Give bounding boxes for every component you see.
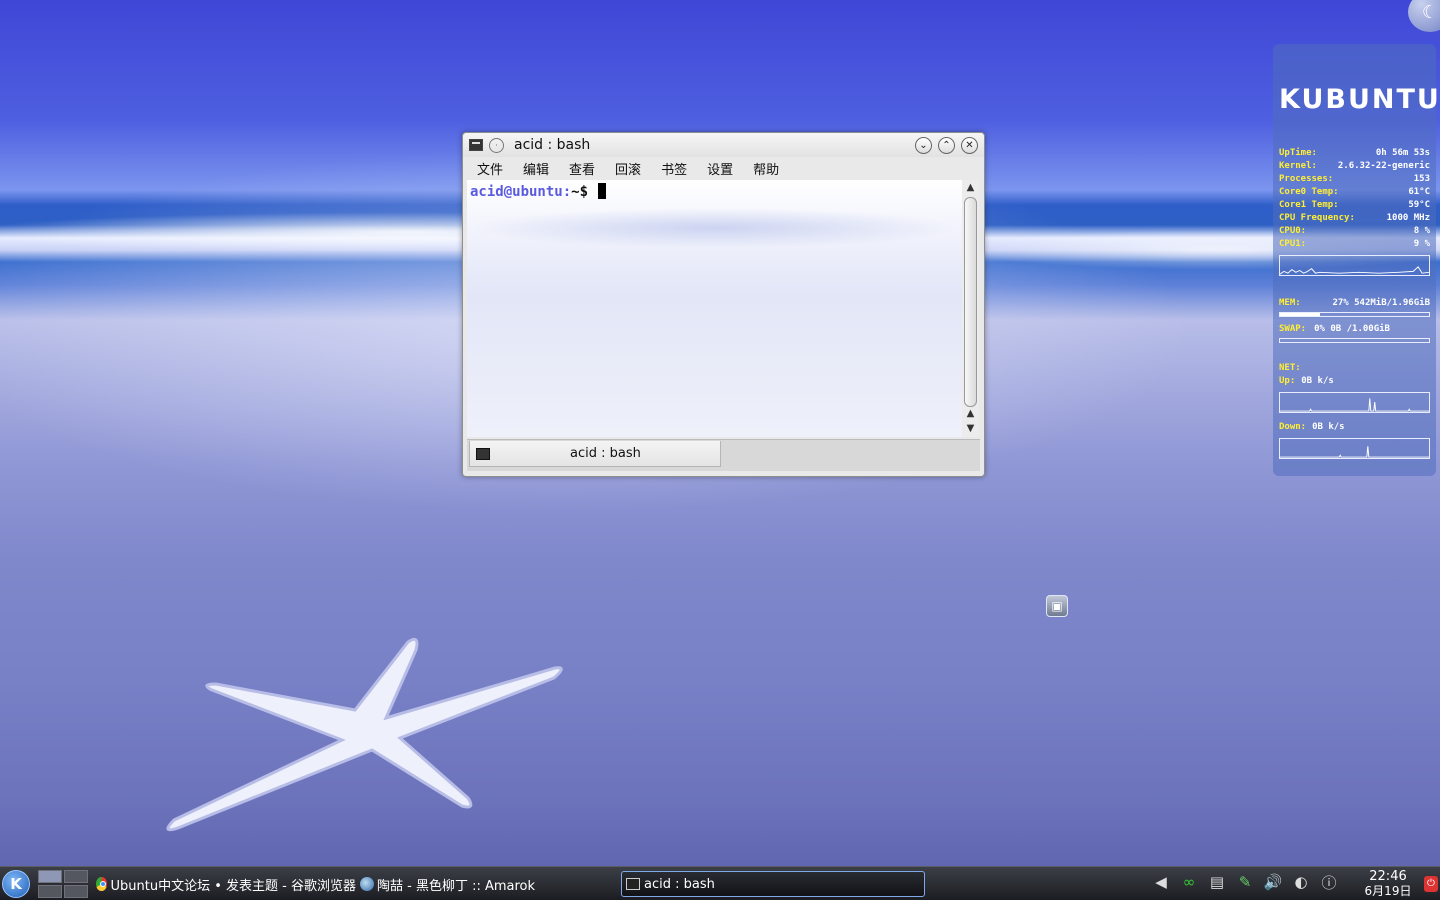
task-chrome[interactable]: Ubuntu中文论坛 • 发表主题 - 谷歌浏览器	[96, 871, 356, 897]
terminal-icon	[476, 447, 490, 460]
scroll-up-arrow-icon[interactable]: ▲	[962, 180, 979, 195]
menu-edit[interactable]: 编辑	[513, 159, 559, 178]
prompt-tail: ~$	[571, 184, 589, 200]
net-up-row: Up: 0B k/s	[1279, 376, 1334, 386]
clock-time: 22:46	[1369, 869, 1407, 884]
terminal-window: · acid : bash ⌄ ⌃ ✕ 文件 编辑 查看 回滚 书签 设置 帮助…	[462, 132, 985, 477]
conky-row: UpTime: 0h 56m 53s	[1279, 148, 1430, 158]
task-terminal[interactable]: acid : bash	[621, 871, 925, 897]
logout-power-icon[interactable]: ⏻	[1424, 876, 1438, 892]
kde-menu-button[interactable]: K	[2, 870, 30, 898]
desktop-widget-icon[interactable]: ▣	[1046, 595, 1068, 617]
prompt-user: acid@ubuntu:	[470, 184, 572, 200]
net-down-row: Down: 0B k/s	[1279, 422, 1345, 432]
amarok-icon	[360, 877, 374, 891]
task-label: 陶喆 - 黑色柳丁 :: Amarok	[377, 878, 536, 894]
mem-usage-fill	[1280, 313, 1321, 316]
window-title: acid : bash	[514, 137, 591, 153]
pager-desktop-2[interactable]	[64, 870, 88, 883]
tray-expand-arrow-icon[interactable]: ◀	[1150, 871, 1172, 893]
klipper-clipboard-icon[interactable]: ✎	[1234, 871, 1256, 893]
digital-clock[interactable]: 22:46 6月19日	[1362, 869, 1414, 899]
conky-row: Processes: 153	[1279, 174, 1430, 184]
conky-system-monitor: KUBUNTU UpTime: 0h 56m 53s Kernel: 2.6.32-…	[1273, 44, 1440, 476]
system-tray: ◀ ∞ ▤ ✎ 🔊 ◐ ⓘ	[1150, 871, 1340, 893]
update-notifier-icon[interactable]: ◐	[1290, 871, 1312, 893]
close-button[interactable]: ✕	[961, 136, 978, 154]
pager-desktop-1[interactable]	[38, 870, 62, 883]
conky-row: CPU1: 9 %	[1279, 239, 1430, 249]
network-manager-icon[interactable]: ∞	[1178, 871, 1200, 893]
mem-row: MEM: 27% 542MiB/1.96GiB	[1279, 298, 1430, 308]
window-titlebar[interactable]: · acid : bash ⌄ ⌃ ✕	[463, 133, 984, 157]
maximize-button[interactable]: ⌃	[938, 136, 955, 154]
net-up-graph	[1279, 392, 1430, 413]
scrollbar-thumb[interactable]	[964, 197, 977, 407]
terminal-icon	[626, 878, 640, 890]
taskbar-panel: K Ubuntu中文论坛 • 发表主题 - 谷歌浏览器 陶喆 - 黑色柳丁 ::…	[0, 866, 1440, 900]
task-label: Ubuntu中文论坛 • 发表主题 - 谷歌浏览器	[110, 878, 356, 894]
conky-row: Core1 Temp: 59°C	[1279, 200, 1430, 210]
conky-row: CPU Frequency: 1000 MHz	[1279, 213, 1430, 223]
volume-icon[interactable]: 🔊	[1262, 871, 1284, 893]
cpu-graph	[1279, 255, 1430, 276]
text-cursor	[598, 183, 607, 199]
scroll-up-arrow-icon[interactable]: ▲	[962, 406, 979, 421]
tab-session[interactable]: acid : bash	[469, 441, 721, 467]
vertical-scrollbar[interactable]: ▲ ▲ ▼	[962, 180, 979, 437]
menu-help[interactable]: 帮助	[743, 159, 789, 178]
tab-bar: acid : bash	[467, 439, 980, 471]
pager-desktop-4[interactable]	[64, 885, 88, 898]
menu-bookmarks[interactable]: 书签	[651, 159, 697, 178]
menu-file[interactable]: 文件	[467, 159, 513, 178]
net-down-graph	[1279, 438, 1430, 459]
clock-date: 6月19日	[1364, 884, 1412, 898]
starfish-image	[166, 637, 563, 832]
swap-row: SWAP: 0% 0B /1.00GiB	[1279, 324, 1390, 334]
mem-usage-bar	[1279, 312, 1430, 317]
kubuntu-logo: KUBUNTU	[1279, 84, 1440, 115]
swap-usage-bar	[1279, 338, 1430, 343]
desktop-pager[interactable]	[38, 870, 88, 898]
conky-row: CPU0: 8 %	[1279, 226, 1430, 236]
menu-view[interactable]: 查看	[559, 159, 605, 178]
menu-bar: 文件 编辑 查看 回滚 书签 设置 帮助	[463, 157, 984, 179]
net-row: NET:	[1279, 363, 1301, 373]
minimize-button[interactable]: ⌄	[915, 136, 932, 154]
notifications-info-icon[interactable]: ⓘ	[1318, 871, 1340, 893]
tab-label: acid : bash	[570, 446, 641, 461]
pager-desktop-3[interactable]	[38, 885, 62, 898]
printer-icon[interactable]: ▤	[1206, 871, 1228, 893]
terminal-icon[interactable]	[469, 139, 483, 151]
menu-settings[interactable]: 设置	[697, 159, 743, 178]
conky-row: Core0 Temp: 61°C	[1279, 187, 1430, 197]
chrome-icon	[96, 877, 107, 891]
task-amarok[interactable]: 陶喆 - 黑色柳丁 :: Amarok	[360, 871, 610, 897]
window-menu-icon[interactable]: ·	[489, 137, 504, 153]
task-label: acid : bash	[644, 876, 715, 892]
menu-scrollback[interactable]: 回滚	[605, 159, 651, 178]
conky-row: Kernel: 2.6.32-22-generic	[1279, 161, 1430, 171]
shell-prompt: acid@ubuntu:~$	[470, 183, 607, 200]
terminal-area[interactable]: acid@ubuntu:~$	[467, 180, 962, 437]
scroll-down-arrow-icon[interactable]: ▼	[962, 421, 979, 436]
